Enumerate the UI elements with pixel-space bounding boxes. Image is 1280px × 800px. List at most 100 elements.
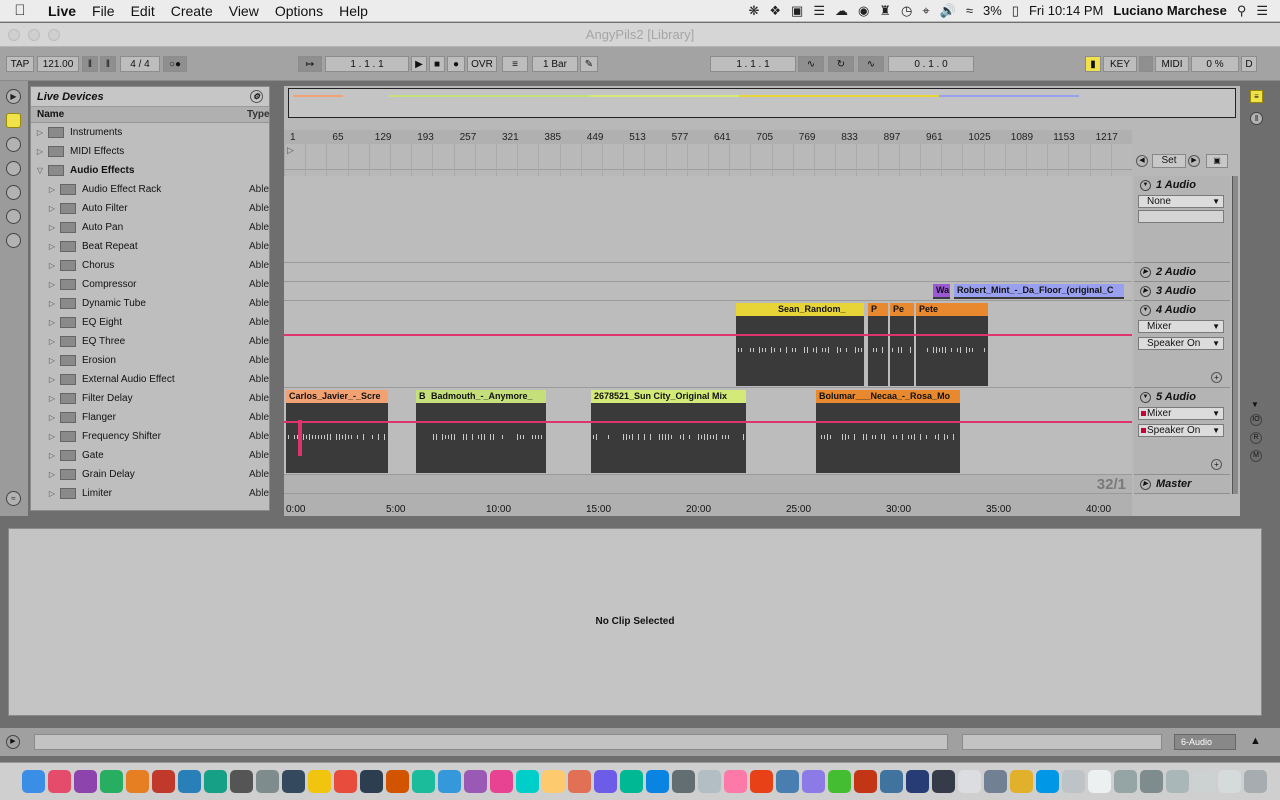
menu-live[interactable]: Live bbox=[40, 3, 84, 19]
dock-app-icon[interactable] bbox=[1062, 770, 1085, 793]
browser-item[interactable]: ▷ Audio Effect Rack Able bbox=[31, 180, 269, 199]
dock-app-icon[interactable] bbox=[490, 770, 513, 793]
punch-out-icon[interactable]: ∿ bbox=[858, 56, 884, 72]
dock-app-icon[interactable] bbox=[100, 770, 123, 793]
dock-app-icon[interactable] bbox=[126, 770, 149, 793]
dock-app-icon[interactable] bbox=[698, 770, 721, 793]
browser-item[interactable]: ▷ Chorus Able bbox=[31, 256, 269, 275]
track-header-2-audio[interactable]: ▶ 2 Audio bbox=[1134, 263, 1230, 282]
lane-3-audio[interactable]: Wa Robert_Mint_-_Da_Floor_(original_C bbox=[284, 282, 1132, 301]
dock-app-icon[interactable] bbox=[542, 770, 565, 793]
dock-app-icon[interactable] bbox=[74, 770, 97, 793]
battery-percent[interactable]: 3% bbox=[983, 3, 1002, 18]
arrangement-overview[interactable] bbox=[288, 88, 1236, 118]
dock-app-icon[interactable] bbox=[1140, 770, 1163, 793]
browser-item[interactable]: ▷ Compressor Able bbox=[31, 275, 269, 294]
track-header-4-audio[interactable]: ▼ 4 Audio Mixer ▼ Speaker On ▼ + bbox=[1134, 301, 1230, 388]
dock-app-icon[interactable] bbox=[958, 770, 981, 793]
selected-track-indicator[interactable]: 6-Audio bbox=[1174, 734, 1236, 750]
dock-app-icon[interactable] bbox=[516, 770, 539, 793]
browser-item[interactable]: ▷ Beat Repeat Able bbox=[31, 237, 269, 256]
chevron-right-icon[interactable]: ▷ bbox=[47, 337, 57, 346]
lane-4-audio[interactable]: Sean_Random_ P Pe Pete bbox=[284, 301, 1132, 388]
dock-app-icon[interactable] bbox=[724, 770, 747, 793]
expand-browser-icon[interactable]: ▶ bbox=[6, 89, 21, 104]
track-name[interactable]: 4 Audio bbox=[1156, 304, 1196, 316]
tap-button[interactable]: TAP bbox=[6, 56, 34, 72]
session-view-icon[interactable]: ≡ bbox=[1250, 90, 1263, 103]
dock-app-icon[interactable] bbox=[932, 770, 955, 793]
add-lane-icon[interactable]: + bbox=[1211, 372, 1222, 383]
dock-app-icon[interactable] bbox=[620, 770, 643, 793]
menu-options[interactable]: Options bbox=[267, 3, 331, 19]
clip[interactable]: Badmouth_-_Anymore_ bbox=[428, 390, 546, 473]
browser-item[interactable]: ▷ Auto Filter Able bbox=[31, 199, 269, 218]
flower-icon[interactable]: ❋ bbox=[748, 3, 759, 19]
dock-app-icon[interactable] bbox=[386, 770, 409, 793]
time-signature[interactable]: 4 / 4 bbox=[120, 56, 160, 72]
dropbox-icon[interactable]: ❖ bbox=[769, 3, 781, 19]
chevron-right-icon[interactable]: ▷ bbox=[35, 128, 45, 137]
dock-app-icon[interactable] bbox=[204, 770, 227, 793]
browser-item[interactable]: ▷ Dynamic Tube Able bbox=[31, 294, 269, 313]
dock-app-icon[interactable] bbox=[334, 770, 357, 793]
io-toggle-icon[interactable]: IO bbox=[1250, 414, 1262, 426]
dock-app-icon[interactable] bbox=[1192, 770, 1215, 793]
menu-edit[interactable]: Edit bbox=[123, 3, 163, 19]
menu-create[interactable]: Create bbox=[163, 3, 221, 19]
show-info-icon[interactable]: ▶ bbox=[6, 735, 20, 749]
pencil-icon[interactable]: ✎ bbox=[580, 56, 598, 72]
detail-view[interactable]: No Clip Selected bbox=[8, 528, 1262, 716]
battery-icon[interactable]: ▯ bbox=[1012, 3, 1019, 19]
dock-app-icon[interactable] bbox=[1218, 770, 1241, 793]
browser-item[interactable]: ▷ Erosion Able bbox=[31, 351, 269, 370]
cloud-icon[interactable]: ☁ bbox=[835, 3, 848, 19]
punch-in-icon[interactable]: ∿ bbox=[798, 56, 824, 72]
track-name[interactable]: 2 Audio bbox=[1156, 266, 1196, 278]
bluetooth-icon[interactable]: ⌖ bbox=[922, 3, 929, 19]
arrangement-view-icon[interactable]: ‖ bbox=[1250, 112, 1263, 125]
dock-app-icon[interactable] bbox=[646, 770, 669, 793]
volume-icon[interactable]: 🔊 bbox=[940, 3, 956, 19]
browser-item[interactable]: ▷ Frequency Shifter Able bbox=[31, 427, 269, 446]
loop-start-field[interactable]: 1 . 1 . 1 bbox=[710, 56, 796, 72]
scroll-down-icon[interactable]: ▼ bbox=[1251, 400, 1259, 409]
dock-app-icon[interactable] bbox=[672, 770, 695, 793]
dock-app-icon[interactable] bbox=[568, 770, 591, 793]
chevron-right-icon[interactable]: ▷ bbox=[47, 223, 57, 232]
dock-app-icon[interactable] bbox=[1166, 770, 1189, 793]
clip[interactable]: P bbox=[868, 303, 888, 386]
returns-toggle-icon[interactable]: R bbox=[1250, 432, 1262, 444]
chevron-right-icon[interactable]: ▷ bbox=[47, 185, 57, 194]
close-icon[interactable] bbox=[8, 29, 20, 41]
fold-icon[interactable]: ▶ bbox=[1140, 286, 1151, 297]
dock-app-icon[interactable] bbox=[256, 770, 279, 793]
folder-2-icon[interactable] bbox=[6, 209, 21, 224]
dock-app-icon[interactable] bbox=[1114, 770, 1137, 793]
chevron-right-icon[interactable]: ▷ bbox=[47, 318, 57, 327]
track-name[interactable]: 3 Audio bbox=[1156, 285, 1196, 297]
fold-icon[interactable]: ▶ bbox=[1140, 267, 1151, 278]
tempo-field[interactable]: 121.00 bbox=[37, 56, 79, 72]
library-icon[interactable] bbox=[6, 161, 21, 176]
track-header-5-audio[interactable]: ▼ 5 Audio Mixer ▼ Speaker On ▼ + bbox=[1134, 388, 1230, 475]
dock-app-icon[interactable] bbox=[776, 770, 799, 793]
start-marker-icon[interactable]: ▷ bbox=[287, 145, 294, 156]
fold-icon[interactable]: ▶ bbox=[1140, 479, 1151, 490]
browser-item[interactable]: ▷ External Audio Effect Able bbox=[31, 370, 269, 389]
chevron-right-icon[interactable]: ▷ bbox=[47, 413, 57, 422]
envelope-breakpoint[interactable] bbox=[298, 420, 302, 456]
dock-app-icon[interactable] bbox=[464, 770, 487, 793]
dock-app-icon[interactable] bbox=[282, 770, 305, 793]
midi-button[interactable]: MIDI bbox=[1155, 56, 1189, 72]
chevron-right-icon[interactable]: ▷ bbox=[47, 432, 57, 441]
chevron-down-icon[interactable]: ▽ bbox=[35, 166, 45, 175]
menu-view[interactable]: View bbox=[221, 3, 267, 19]
lane-5-audio[interactable]: Carlos_Javier_-_Scre B Badmouth_-_Anymor… bbox=[284, 388, 1132, 475]
dock-app-icon[interactable] bbox=[802, 770, 825, 793]
set-locator-button[interactable]: Set bbox=[1152, 154, 1186, 168]
browser-item[interactable]: ▷ MIDI Effects bbox=[31, 142, 269, 161]
lane-2-audio[interactable] bbox=[284, 263, 1132, 282]
minimize-icon[interactable] bbox=[28, 29, 40, 41]
column-name[interactable]: Name bbox=[31, 109, 241, 120]
